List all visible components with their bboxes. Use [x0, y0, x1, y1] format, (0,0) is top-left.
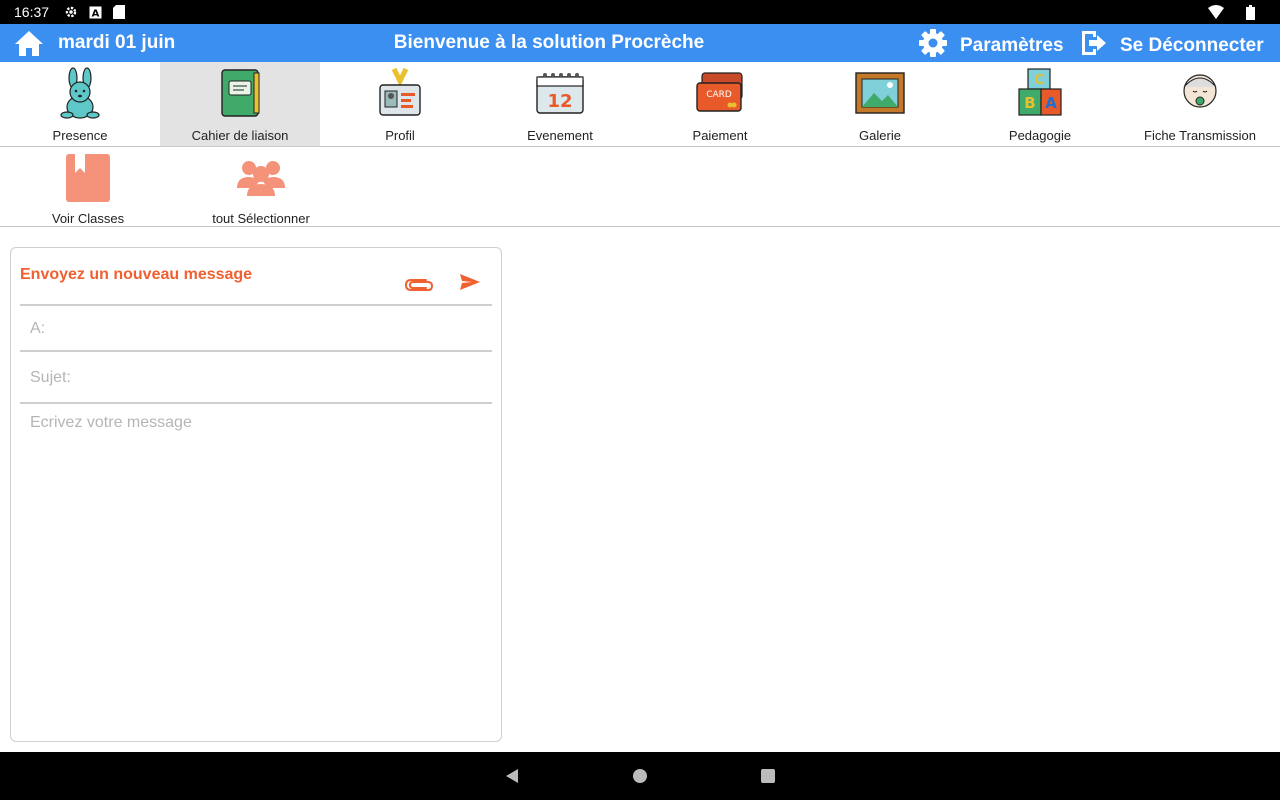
svg-text:B: B: [1024, 94, 1035, 112]
compose-header: Envoyez un nouveau message: [20, 258, 492, 306]
system-nav-bar: [0, 752, 1280, 800]
message-field[interactable]: [20, 414, 492, 731]
svg-text:A: A: [91, 8, 99, 19]
tab-pedagogie[interactable]: C B A Pedagogie: [960, 62, 1120, 146]
tab-fiche-transmission[interactable]: Fiche Transmission: [1120, 62, 1280, 146]
sd-card-icon: [111, 4, 127, 20]
select-all-button[interactable]: tout Sélectionner: [191, 148, 331, 226]
settings-label: Paramètres: [960, 34, 1064, 56]
sub-nav: Voir Classes tout Sélectionner: [0, 148, 1280, 227]
subject-input[interactable]: [20, 369, 492, 387]
logout-label: Se Déconnecter: [1120, 34, 1264, 56]
send-icon[interactable]: [458, 270, 484, 296]
home-icon[interactable]: [14, 28, 44, 58]
bookmark-book-icon: [60, 150, 116, 205]
settings-button[interactable]: Paramètres: [918, 28, 1064, 63]
recipient-field[interactable]: [20, 308, 492, 352]
main-nav: Presence Cahier de liaison Profil 12 Eve…: [0, 62, 1280, 147]
status-time: 16:37: [14, 4, 50, 20]
voir-classes-label: Voir Classes: [51, 211, 125, 226]
header-date: mardi 01 juin: [58, 32, 176, 53]
settings-icon: [63, 4, 79, 20]
message-input[interactable]: [20, 414, 492, 731]
notebook-icon: [213, 66, 267, 120]
id-badge-icon: [373, 66, 427, 120]
a-icon: A: [87, 4, 103, 20]
status-bar: 16:37 A: [0, 0, 1280, 24]
voir-classes-button[interactable]: Voir Classes: [18, 148, 158, 226]
compose-card: Envoyez un nouveau message: [10, 247, 502, 742]
tab-profil[interactable]: Profil: [320, 62, 480, 146]
wifi-icon: [1208, 4, 1224, 20]
back-icon[interactable]: [502, 766, 522, 786]
paperclip-icon[interactable]: [404, 272, 434, 296]
recents-icon[interactable]: [758, 766, 778, 786]
recipient-input[interactable]: [20, 320, 492, 338]
tab-label: Fiche Transmission: [1144, 128, 1256, 143]
select-all-label: tout Sélectionner: [212, 211, 310, 226]
tab-galerie[interactable]: Galerie: [800, 62, 960, 146]
baby-face-icon: [1173, 66, 1227, 120]
logout-icon: [1080, 28, 1108, 63]
tab-evenement[interactable]: 12 Evenement: [480, 62, 640, 146]
group-icon: [233, 150, 289, 205]
battery-icon: [1242, 4, 1258, 20]
tab-presence[interactable]: Presence: [0, 62, 160, 146]
tab-label: Profil: [385, 128, 415, 143]
logout-button[interactable]: Se Déconnecter: [1080, 28, 1264, 63]
tab-label: Presence: [52, 128, 108, 143]
compose-title: Envoyez un nouveau message: [20, 266, 253, 283]
abc-blocks-icon: C B A: [1013, 66, 1067, 120]
app-header: mardi 01 juin Bienvenue à la solution Pr…: [0, 24, 1280, 62]
subject-field[interactable]: [20, 354, 492, 404]
gear-icon: [918, 28, 948, 63]
svg-text:12: 12: [547, 91, 572, 112]
home-nav-icon[interactable]: [630, 766, 650, 786]
credit-card-icon: CARD: [693, 66, 747, 120]
svg-text:A: A: [1045, 94, 1057, 112]
tab-label: Evenement: [527, 128, 593, 143]
tab-label: Pedagogie: [1008, 128, 1072, 143]
svg-text:CARD: CARD: [706, 90, 732, 100]
tab-label: Paiement: [692, 128, 748, 143]
svg-text:C: C: [1034, 73, 1044, 88]
bunny-icon: [53, 66, 107, 120]
tab-cahier-de-liaison[interactable]: Cahier de liaison: [160, 62, 320, 146]
picture-frame-icon: [853, 66, 907, 120]
tab-label: Cahier de liaison: [191, 128, 289, 143]
tab-paiement[interactable]: CARD Paiement: [640, 62, 800, 146]
calendar-icon: 12: [533, 66, 587, 120]
tab-label: Galerie: [859, 128, 901, 143]
